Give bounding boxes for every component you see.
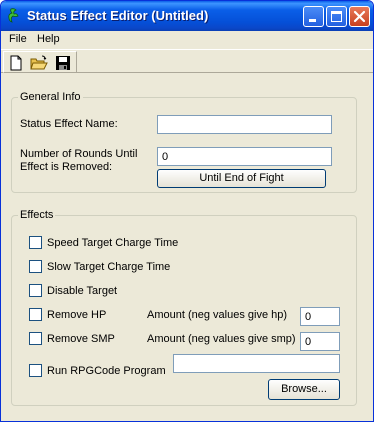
minimize-button[interactable] [303,6,324,27]
hp-amount-label: Amount (neg values give hp) [147,309,288,321]
smp-amount-label: Amount (neg values give smp) [147,333,296,345]
slow-target-label[interactable]: Slow Target Charge Time [47,261,170,273]
status-effect-editor-window: Status Effect Editor (Untitled) File Hel… [0,0,374,422]
until-end-of-fight-button[interactable]: Until End of Fight [157,169,326,188]
menu-help[interactable]: Help [37,33,60,45]
rpgcode-program-input[interactable] [173,354,340,373]
remove-smp-checkbox[interactable] [29,332,42,345]
slow-target-checkbox[interactable] [29,260,42,273]
status-effect-name-label: Status Effect Name: [20,118,118,130]
toolbar [1,49,373,73]
remove-hp-checkbox[interactable] [29,308,42,321]
save-disk-icon[interactable] [54,54,72,72]
rounds-label-line1: Number of Rounds Until [20,148,138,160]
close-icon [353,10,366,23]
hp-amount-input[interactable] [300,307,340,326]
general-info-group: General Info Status Effect Name: Number … [11,91,357,193]
run-rpgcode-checkbox[interactable] [29,364,42,377]
editor-content: General Info Status Effect Name: Number … [1,74,373,421]
close-button[interactable] [349,6,370,27]
maximize-icon [331,11,342,22]
open-folder-icon[interactable] [30,54,48,72]
window-title: Status Effect Editor (Untitled) [27,8,209,23]
effects-legend: Effects [18,209,56,221]
disable-target-label[interactable]: Disable Target [47,285,117,297]
effects-group: Effects Speed Target Charge Time Slow Ta… [11,209,357,406]
disable-target-checkbox[interactable] [29,284,42,297]
status-effect-name-input[interactable] [157,115,332,134]
menu-bar: File Help [1,31,373,49]
app-icon [7,8,21,24]
speed-target-label[interactable]: Speed Target Charge Time [47,237,178,249]
title-bar[interactable]: Status Effect Editor (Untitled) [1,1,373,31]
browse-button[interactable]: Browse... [268,379,340,400]
minimize-icon [309,19,316,22]
speed-target-checkbox[interactable] [29,236,42,249]
general-info-legend: General Info [18,91,83,103]
maximize-button[interactable] [326,6,347,27]
remove-smp-label[interactable]: Remove SMP [47,333,115,345]
menu-file[interactable]: File [9,33,27,45]
new-document-icon[interactable] [7,54,25,72]
toolbar-group [3,51,77,73]
rounds-label-line2: Effect is Removed: [20,161,113,173]
remove-hp-label[interactable]: Remove HP [47,309,106,321]
run-rpgcode-label[interactable]: Run RPGCode Program [47,365,166,377]
smp-amount-input[interactable] [300,332,340,351]
rounds-input[interactable] [157,147,332,166]
